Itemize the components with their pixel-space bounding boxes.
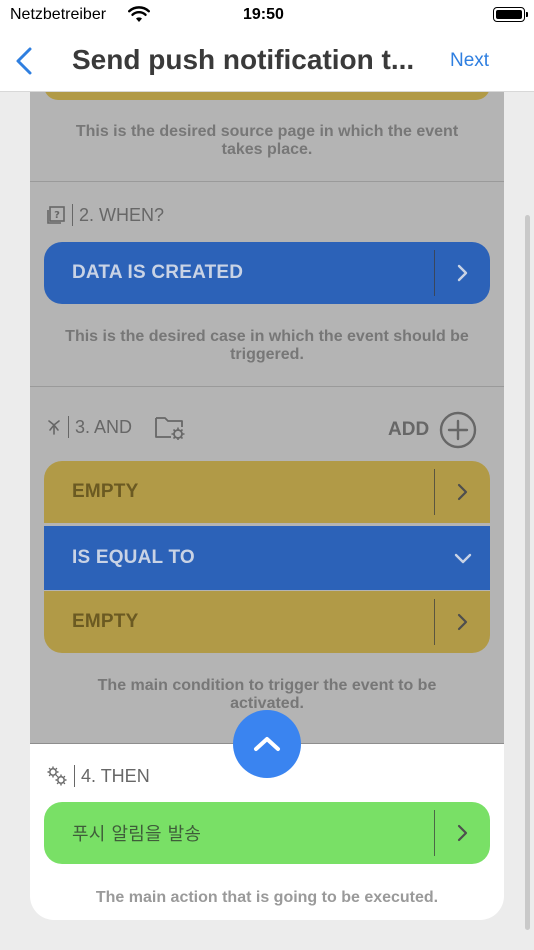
source-page-button[interactable] [44,92,490,100]
chevron-right-icon [435,591,490,653]
when-section-title: 2. WHEN? [79,204,165,225]
scrollbar[interactable] [525,215,530,930]
then-action-button[interactable]: 푸시 알림을 발송 [44,802,490,864]
and-description: The main condition to trigger the event … [97,677,437,712]
chevron-right-icon [435,242,490,304]
chevron-up-icon [254,737,280,751]
wifi-icon [128,6,150,22]
divider [30,386,504,387]
next-button[interactable]: Next [450,50,489,72]
condition-right-label: EMPTY [72,611,139,632]
condition-right-button[interactable]: EMPTY [44,591,490,653]
collapse-fab-button[interactable] [233,710,301,778]
header-separator [74,765,75,787]
chevron-right-icon [435,802,490,864]
then-section-header: 4. THEN [46,763,150,789]
source-description: This is the desired source page in which… [75,123,459,158]
battery-icon [493,7,528,22]
operator-dropdown[interactable]: IS EQUAL TO [44,526,490,590]
divider [30,181,504,182]
page-title: Send push notification t... [72,44,415,75]
carrier-name: Netzbetreiber [10,6,107,23]
operator-label: IS EQUAL TO [72,547,195,568]
and-section-header: 3. AND [46,414,186,440]
event-config-card: This is the desired source page in which… [30,92,504,920]
when-section-header: ? 2. WHEN? [46,202,164,228]
condition-left-button[interactable]: EMPTY [44,461,490,523]
header-separator [68,416,69,438]
chevron-down-icon [435,527,490,589]
and-section-title: 3. AND [75,416,133,437]
chevron-right-icon [435,461,490,523]
button-separator [434,599,435,645]
status-bar: Netzbetreiber 19:50 [0,0,534,30]
svg-text:?: ? [54,210,60,221]
back-chevron-icon[interactable] [12,46,36,76]
plus-circle-icon[interactable] [439,411,477,449]
button-separator [434,250,435,296]
condition-left-label: EMPTY [72,481,139,502]
add-condition-control[interactable]: ADD [388,410,477,450]
then-action-label: 푸시 알림을 발송 [72,824,202,845]
folder-settings-icon[interactable] [154,414,186,440]
when-description: This is the desired case in which the ev… [65,328,469,363]
status-time: 19:50 [243,6,284,23]
add-condition-label: ADD [388,419,430,440]
then-section-title: 4. THEN [81,765,150,786]
then-description: The main action that is going to be exec… [95,889,439,906]
when-trigger-button[interactable]: DATA IS CREATED [44,242,490,304]
when-trigger-label: DATA IS CREATED [72,262,244,283]
gears-icon [47,766,67,786]
button-separator [434,469,435,515]
question-card-icon: ? [47,206,65,224]
merge-icon [48,420,60,435]
navigation-bar: Send push notification t... Next [0,30,534,92]
button-separator [434,810,435,856]
header-separator [72,204,73,226]
